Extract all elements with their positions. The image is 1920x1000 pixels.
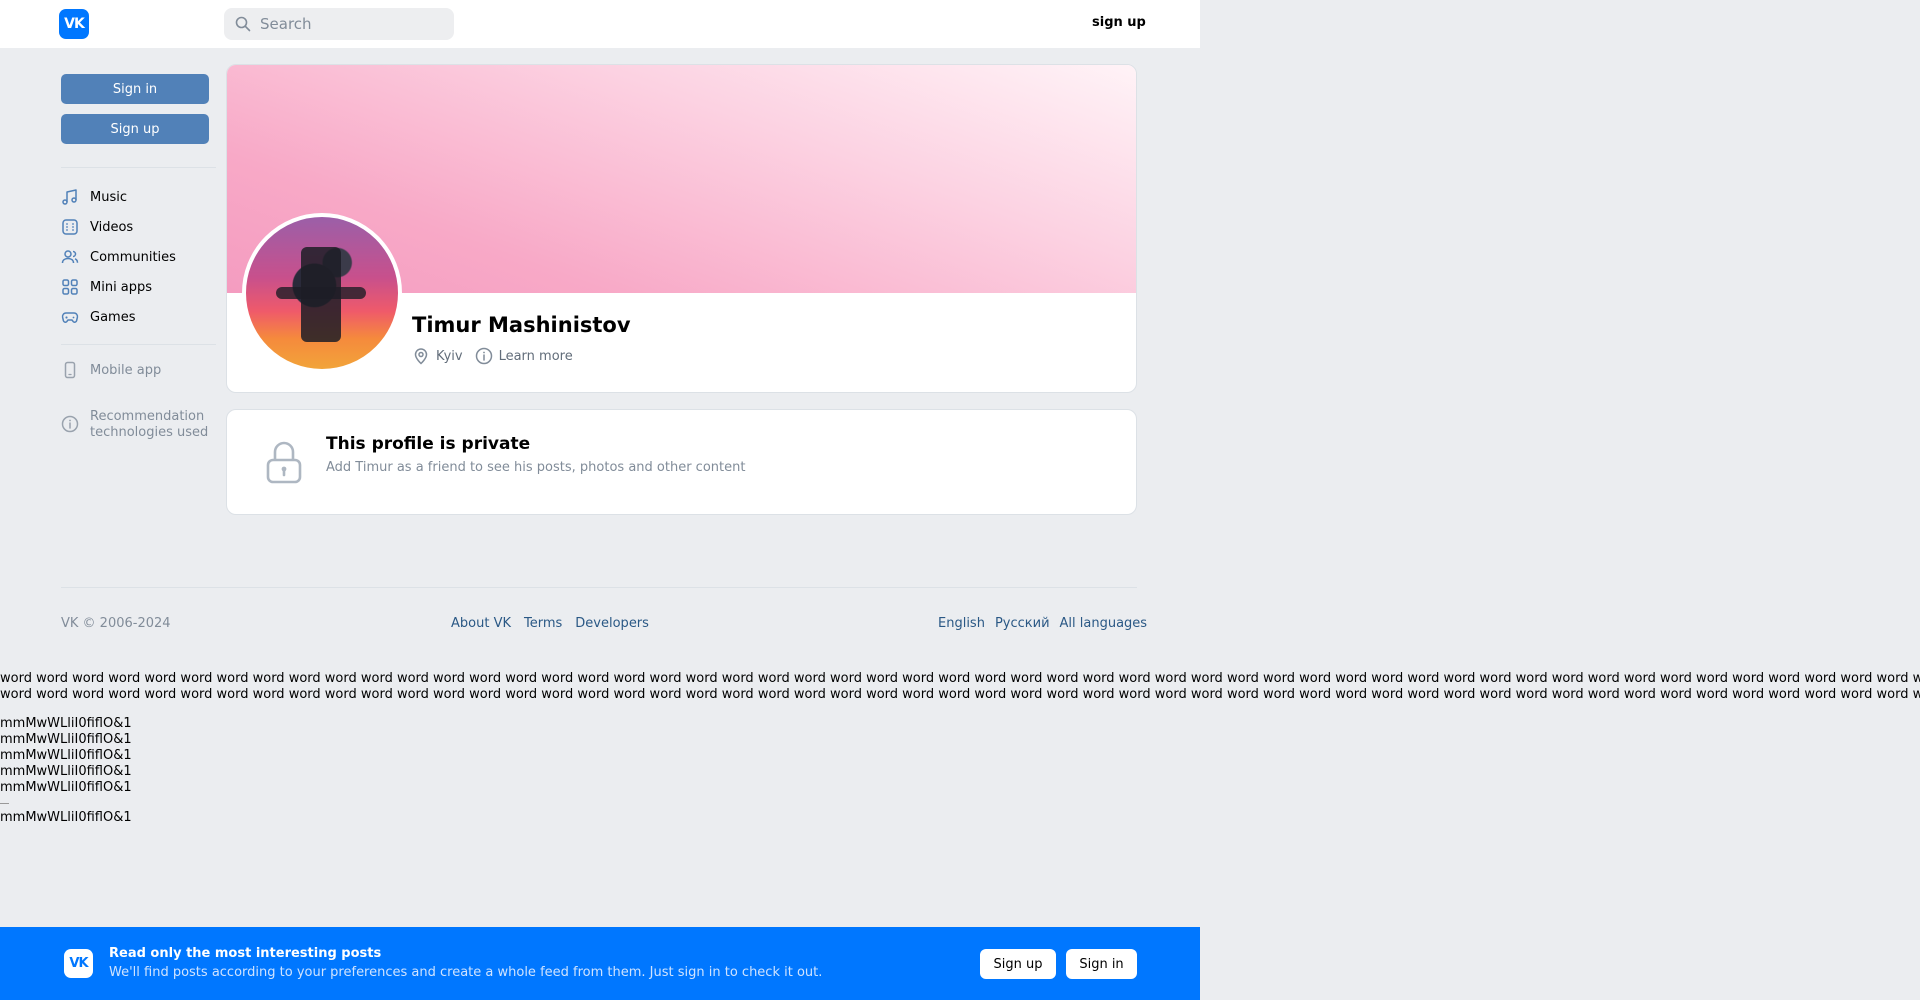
banner-signup-button[interactable]: Sign up bbox=[980, 949, 1056, 979]
learn-more-link[interactable]: Learn more bbox=[499, 349, 573, 364]
test-glyph-line: mmMwWLliI0fiflO&1 bbox=[0, 810, 132, 825]
sidebar-item-videos[interactable]: Videos bbox=[61, 216, 133, 238]
sidebar-item-communities[interactable]: Communities bbox=[61, 246, 176, 268]
banner-subtitle: We'll find posts according to your prefe… bbox=[109, 965, 823, 980]
test-glyph-line: mmMwWLliI0fiflO&1 bbox=[0, 716, 132, 731]
language-all[interactable]: All languages bbox=[1060, 616, 1148, 631]
sidebar-item-music[interactable]: Music bbox=[61, 186, 127, 208]
sidebar-divider bbox=[61, 344, 216, 345]
vk-logo[interactable]: VK bbox=[59, 9, 89, 39]
profile-name: Timur Mashinistov bbox=[412, 313, 631, 337]
test-words-block: word word word word word word word word … bbox=[0, 671, 1920, 703]
location-pin-icon bbox=[414, 348, 428, 365]
info-icon bbox=[475, 347, 492, 365]
footer-link-terms[interactable]: Terms bbox=[524, 616, 562, 631]
users-icon bbox=[61, 250, 79, 264]
sidebar-item-label: Mini apps bbox=[90, 279, 153, 295]
test-glyph-line: mmMwWLliI0fiflO&1 bbox=[0, 732, 132, 747]
avatar[interactable] bbox=[242, 213, 402, 373]
sidebar-item-label: Recommendation bbox=[90, 409, 205, 424]
music-icon bbox=[62, 189, 77, 205]
profile-card: Timur Mashinistov Kyiv Learn more bbox=[226, 64, 1137, 393]
search-placeholder: Search bbox=[260, 15, 312, 33]
test-words-line: word word word word word word word word … bbox=[0, 687, 1920, 702]
test-words-line: word word word word word word word word … bbox=[0, 671, 1920, 686]
sidebar-signup-button[interactable]: Sign up bbox=[61, 114, 209, 144]
sidebar-item-mini-apps[interactable]: Mini apps bbox=[61, 276, 152, 298]
sidebar-item-label: Games bbox=[90, 309, 136, 325]
footer-languages: English Русский All languages bbox=[938, 616, 1147, 631]
sidebar-item-label: Videos bbox=[90, 219, 134, 235]
test-glyphs-block: mmMwWLliI0fiflO&1 mmMwWLliI0fiflO&1 mmMw… bbox=[0, 716, 132, 826]
sidebar-item-label: Mobile app bbox=[90, 362, 162, 378]
banner-signin-button[interactable]: Sign in bbox=[1066, 949, 1137, 979]
sidebar-divider bbox=[61, 167, 216, 168]
private-profile-card: This profile is private Add Timur as a f… bbox=[226, 409, 1137, 515]
vk-logo: VK bbox=[64, 949, 93, 978]
top-header: VK Search sign up bbox=[0, 0, 1200, 48]
test-glyph-divider bbox=[0, 803, 9, 804]
search-icon bbox=[235, 16, 251, 32]
test-glyph-line: mmMwWLliI0fiflO&1 bbox=[0, 764, 132, 779]
gamepad-icon bbox=[61, 312, 79, 323]
sidebar-item-label: technologies used bbox=[90, 425, 209, 440]
sidebar-item-mobile-app[interactable]: Mobile app bbox=[61, 359, 161, 381]
footer-link-about[interactable]: About VK bbox=[451, 616, 511, 631]
test-glyph-line: mmMwWLliI0fiflO&1 bbox=[0, 748, 132, 763]
search-input[interactable]: Search bbox=[224, 8, 454, 40]
profile-meta: Kyiv Learn more bbox=[412, 347, 573, 365]
private-title: This profile is private bbox=[326, 434, 531, 454]
header-signup-link[interactable]: sign up bbox=[1092, 15, 1146, 30]
sidebar-item-recommendation[interactable]: Recommendation technologies used bbox=[61, 409, 208, 441]
sidebar-signin-button[interactable]: Sign in bbox=[61, 74, 209, 104]
sidebar-item-games[interactable]: Games bbox=[61, 306, 135, 328]
signin-promo-banner: VK Read only the most interesting posts … bbox=[0, 927, 1200, 1000]
footer-divider bbox=[61, 587, 1137, 588]
phone-icon bbox=[64, 361, 76, 379]
language-english[interactable]: English bbox=[938, 616, 985, 631]
sidebar-item-label: Music bbox=[90, 189, 127, 205]
language-russian[interactable]: Русский bbox=[995, 616, 1050, 631]
banner-title: Read only the most interesting posts bbox=[109, 946, 382, 961]
private-subtitle: Add Timur as a friend to see his posts, … bbox=[326, 460, 746, 475]
footer-link-developers[interactable]: Developers bbox=[575, 616, 649, 631]
sidebar-item-label: Communities bbox=[90, 249, 176, 265]
video-icon bbox=[62, 219, 78, 235]
lock-icon bbox=[266, 441, 302, 484]
footer-copyright: VK © 2006-2024 bbox=[61, 616, 171, 631]
footer-links: About VK Terms Developers bbox=[451, 616, 649, 631]
profile-city: Kyiv bbox=[436, 348, 463, 364]
avatar-photo-subject bbox=[276, 287, 366, 299]
test-glyph-line: mmMwWLliI0fiflO&1 bbox=[0, 780, 132, 795]
apps-icon bbox=[62, 279, 78, 295]
info-icon bbox=[61, 415, 79, 433]
